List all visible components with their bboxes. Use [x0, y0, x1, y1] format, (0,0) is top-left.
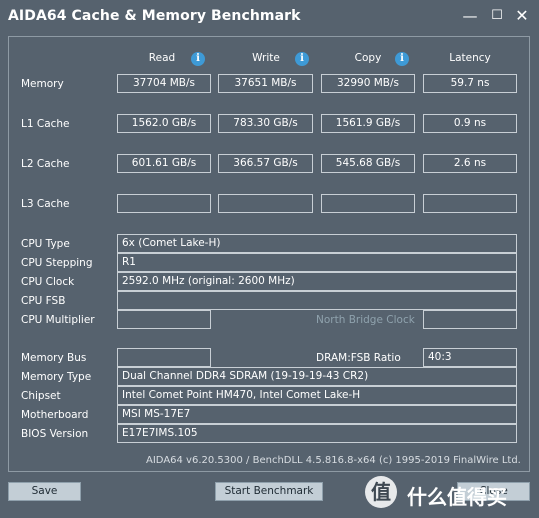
- cpu-fsb-value: [117, 291, 517, 310]
- l2-write-value: 366.57 GB/s: [218, 154, 313, 173]
- memory-type-value: Dual Channel DDR4 SDRAM (19-19-19-43 CR2…: [117, 367, 517, 386]
- write-info-icon[interactable]: i: [295, 52, 309, 66]
- chipset-value: Intel Comet Point HM470, Intel Comet Lak…: [117, 386, 517, 405]
- memory-copy-value: 32990 MB/s: [321, 74, 415, 93]
- cpu-clock-label: CPU Clock: [21, 276, 75, 288]
- l2-read-value: 601.61 GB/s: [117, 154, 211, 173]
- bios-version-value: E17E7IMS.105: [117, 424, 517, 443]
- motherboard-value: MSI MS-17E7: [117, 405, 517, 424]
- memory-label: Memory: [21, 78, 64, 90]
- read-info-icon[interactable]: i: [191, 52, 205, 66]
- l3-copy-value: [321, 194, 415, 213]
- watermark-logo: 值: [365, 476, 397, 508]
- cpu-stepping-value: R1: [117, 253, 517, 272]
- memory-bus-value: [117, 348, 211, 367]
- write-header: Write: [252, 52, 280, 64]
- memory-type-label: Memory Type: [21, 371, 92, 383]
- memory-write-value: 37651 MB/s: [218, 74, 313, 93]
- maximize-icon[interactable]: ☐: [483, 4, 511, 28]
- l3-latency-value: [423, 194, 517, 213]
- read-header: Read: [148, 52, 176, 64]
- latency-header: Latency: [449, 52, 491, 64]
- title-bar: AIDA64 Cache & Memory Benchmark — ☐ ✕: [0, 0, 539, 34]
- l3-write-value: [218, 194, 313, 213]
- l1-write-value: 783.30 GB/s: [218, 114, 313, 133]
- cpu-type-value: 6x (Comet Lake-H): [117, 234, 517, 253]
- l1-latency-value: 0.9 ns: [423, 114, 517, 133]
- l1-read-value: 1562.0 GB/s: [117, 114, 211, 133]
- save-button[interactable]: Save: [8, 482, 81, 501]
- north-bridge-clock-value: [423, 310, 517, 329]
- l1-copy-value: 1561.9 GB/s: [321, 114, 415, 133]
- cpu-multiplier-value: [117, 310, 211, 329]
- minimize-icon[interactable]: —: [456, 4, 484, 28]
- window-title: AIDA64 Cache & Memory Benchmark: [8, 8, 301, 24]
- l2-cache-label: L2 Cache: [21, 158, 70, 170]
- cpu-multiplier-label: CPU Multiplier: [21, 314, 95, 326]
- copy-header: Copy: [354, 52, 382, 64]
- copy-info-icon[interactable]: i: [395, 52, 409, 66]
- memory-read-value: 37704 MB/s: [117, 74, 211, 93]
- memory-latency-value: 59.7 ns: [423, 74, 517, 93]
- cpu-type-label: CPU Type: [21, 238, 70, 250]
- dram-fsb-ratio-value: 40:3: [423, 348, 517, 367]
- memory-bus-label: Memory Bus: [21, 352, 87, 364]
- l2-copy-value: 545.68 GB/s: [321, 154, 415, 173]
- start-benchmark-button[interactable]: Start Benchmark: [215, 482, 323, 501]
- l1-cache-label: L1 Cache: [21, 118, 70, 130]
- l2-latency-value: 2.6 ns: [423, 154, 517, 173]
- cpu-stepping-label: CPU Stepping: [21, 257, 93, 269]
- footer-copyright: AIDA64 v6.20.5300 / BenchDLL 4.5.816.8-x…: [146, 455, 521, 466]
- l3-cache-label: L3 Cache: [21, 198, 70, 210]
- cpu-fsb-label: CPU FSB: [21, 295, 66, 307]
- cpu-clock-value: 2592.0 MHz (original: 2600 MHz): [117, 272, 517, 291]
- chipset-label: Chipset: [21, 390, 61, 402]
- watermark-text: 什么值得买: [407, 485, 507, 509]
- close-icon[interactable]: ✕: [508, 4, 536, 28]
- dram-fsb-ratio-label: DRAM:FSB Ratio: [316, 352, 401, 364]
- l3-read-value: [117, 194, 211, 213]
- bios-version-label: BIOS Version: [21, 428, 89, 440]
- motherboard-label: Motherboard: [21, 409, 89, 421]
- north-bridge-clock-label: North Bridge Clock: [316, 314, 415, 326]
